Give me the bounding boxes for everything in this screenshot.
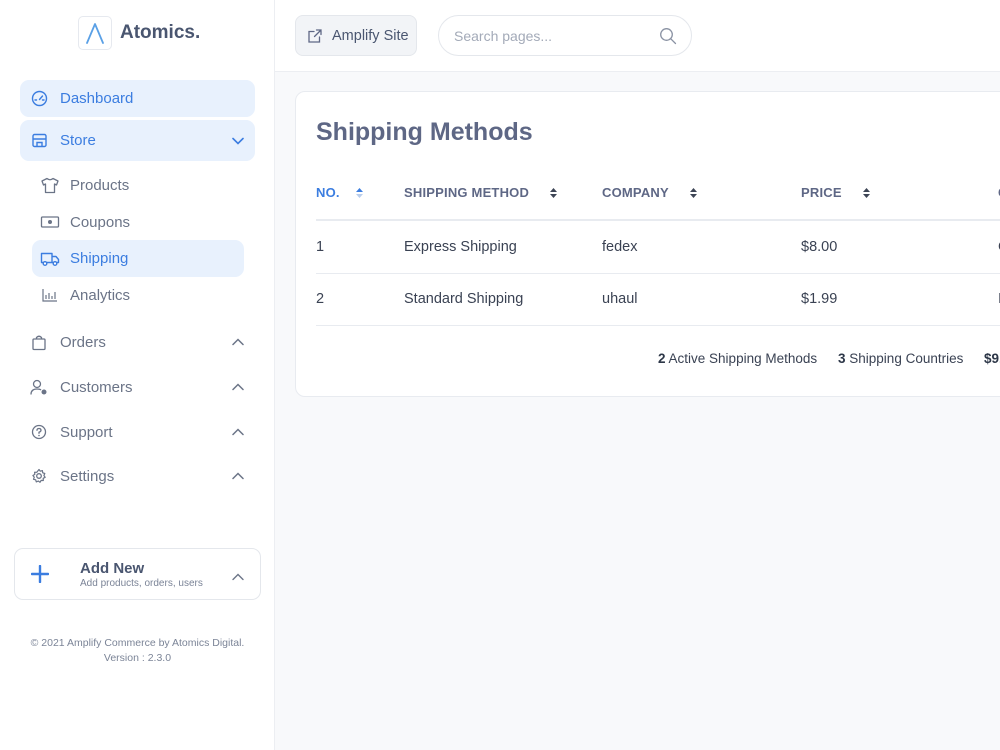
summary-total-value: $9. — [984, 351, 1000, 366]
cell-company: uhaul — [602, 291, 638, 307]
copyright-text: © 2021 Amplify Commerce by Atomics Digit… — [30, 637, 245, 649]
chevron-up-icon — [232, 568, 246, 582]
sidebar-subitem-analytics[interactable]: Analytics — [40, 284, 130, 306]
sidebar-item-support[interactable]: Support — [20, 420, 255, 444]
cell-method: Express Shipping — [404, 239, 517, 255]
summary-count: 2 — [658, 351, 666, 366]
sidebar-item-store[interactable]: Store — [20, 120, 255, 161]
sidebar-item-customers[interactable]: Customers — [20, 375, 255, 399]
sort-icon — [689, 186, 699, 200]
shipping-methods-card: Shipping Methods NO. SHIPPING METHOD COM… — [295, 91, 1000, 397]
amplify-site-label: Amplify Site — [332, 27, 409, 44]
sidebar-subitem-label: Products — [70, 176, 130, 194]
cell-company: fedex — [602, 239, 638, 255]
search-box[interactable] — [438, 15, 692, 56]
sidebar-item-settings[interactable]: Settings — [20, 464, 255, 488]
column-header-no[interactable]: NO. — [316, 185, 365, 200]
sidebar-footer: © 2021 Amplify Commerce by Atomics Digit… — [0, 636, 275, 666]
search-input[interactable] — [454, 26, 644, 46]
column-header-label: PRICE — [801, 185, 842, 200]
shopping-bag-icon — [30, 333, 48, 351]
add-new-title: Add New — [80, 560, 145, 577]
sidebar-item-label: Store — [60, 132, 96, 149]
column-header-label: COMPANY — [602, 185, 669, 200]
summary-total: $9. — [984, 351, 1000, 366]
cell-price: $8.00 — [801, 239, 838, 255]
sidebar-subitem-label: Analytics — [70, 286, 131, 304]
brand-name: Atomics. — [120, 22, 201, 43]
add-new-subtitle: Add products, orders, users — [80, 578, 203, 589]
sort-icon — [549, 186, 559, 200]
chevron-down-icon[interactable] — [231, 134, 245, 148]
header-divider — [316, 219, 1000, 221]
sidebar-item-dashboard[interactable]: Dashboard — [20, 80, 255, 117]
sidebar-subitem-coupons[interactable]: Coupons — [40, 211, 130, 233]
summary-label: Shipping Countries — [849, 351, 964, 366]
sidebar-subitem-shipping[interactable]: Shipping — [32, 240, 244, 277]
external-link-icon — [306, 27, 324, 45]
store-icon — [30, 132, 48, 150]
summary-shipping-countries: 3 Shipping Countries — [838, 351, 963, 366]
user-icon — [30, 378, 48, 396]
add-new-button[interactable]: Add New Add products, orders, users — [14, 548, 261, 600]
column-header-shipping-method[interactable]: SHIPPING METHOD — [404, 185, 559, 200]
cell-no: 1 — [316, 239, 325, 255]
sidebar-subitem-products[interactable]: Products — [40, 174, 129, 196]
amplify-site-button[interactable]: Amplify Site — [295, 15, 417, 56]
search-icon[interactable] — [659, 27, 677, 45]
sort-icon — [862, 186, 872, 200]
summary-count: 3 — [838, 351, 846, 366]
chevron-up-icon[interactable] — [231, 380, 245, 394]
summary-label: Active Shipping Methods — [668, 351, 818, 366]
sidebar-item-label: Customers — [60, 378, 133, 396]
chevron-up-icon[interactable] — [231, 469, 245, 483]
top-bar: Amplify Site — [275, 0, 1000, 72]
sidebar: Atomics. Dashboard Store Products Coupon… — [0, 0, 275, 750]
row-divider — [316, 325, 1000, 326]
gear-icon — [30, 467, 48, 485]
help-circle-icon — [30, 423, 48, 441]
sort-icon — [355, 186, 365, 200]
summary-active-methods: 2 Active Shipping Methods — [658, 351, 817, 366]
cell-price: $1.99 — [801, 291, 838, 307]
chevron-up-icon[interactable] — [231, 335, 245, 349]
sidebar-subitem-label: Coupons — [70, 213, 131, 231]
cell-method: Standard Shipping — [404, 291, 524, 307]
sidebar-item-label: Support — [60, 423, 113, 441]
column-header-label: NO. — [316, 185, 340, 200]
tshirt-icon — [40, 176, 60, 194]
coupon-icon — [40, 213, 60, 231]
column-header-company[interactable]: COMPANY — [602, 185, 699, 200]
column-header-price[interactable]: PRICE — [801, 185, 872, 200]
cell-no: 2 — [316, 291, 325, 307]
truck-icon — [40, 250, 60, 268]
sidebar-item-label: Settings — [60, 467, 115, 485]
sidebar-item-label: Orders — [60, 333, 106, 351]
plus-icon — [30, 564, 50, 584]
atomics-logo-icon — [78, 16, 112, 50]
dashboard-icon — [30, 90, 48, 108]
sidebar-subitem-label: Shipping — [70, 250, 129, 267]
column-header-label: SHIPPING METHOD — [404, 185, 530, 200]
sidebar-item-label: Dashboard — [60, 90, 134, 107]
version-text: Version : 2.3.0 — [103, 652, 172, 664]
sidebar-item-orders[interactable]: Orders — [20, 330, 255, 354]
brand-logo[interactable]: Atomics. — [78, 16, 200, 50]
page-title: Shipping Methods — [316, 118, 533, 146]
row-divider — [316, 273, 1000, 274]
chevron-up-icon[interactable] — [231, 425, 245, 439]
bar-chart-icon — [40, 286, 60, 304]
